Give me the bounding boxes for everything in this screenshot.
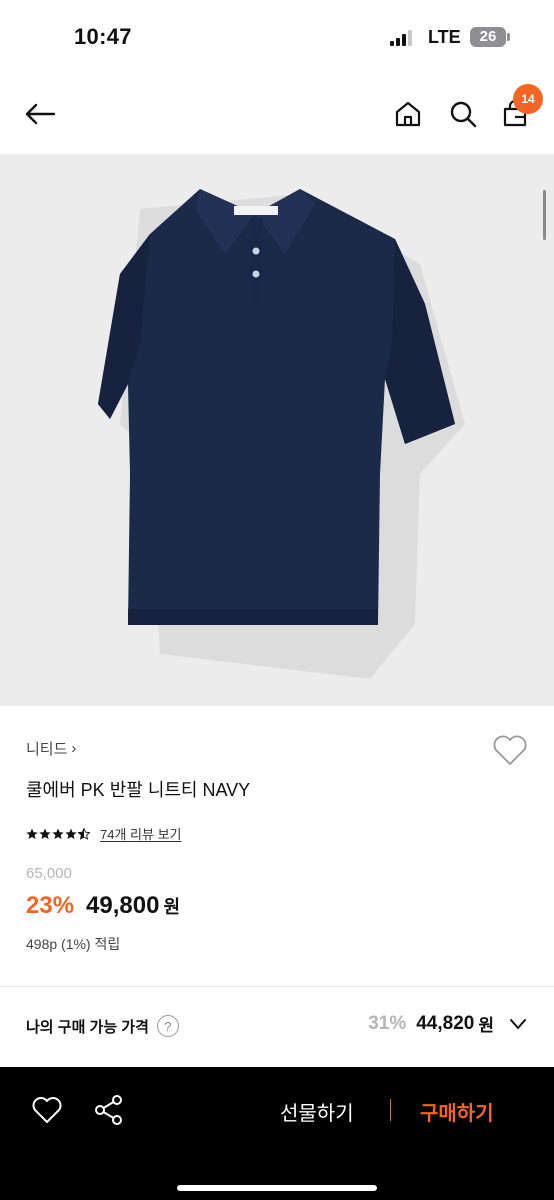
my-price-label-group: 나의 구매 가능 가격 ? — [26, 1015, 179, 1037]
back-button[interactable] — [20, 94, 60, 134]
home-icon — [395, 101, 421, 127]
bottom-wishlist-button[interactable] — [30, 1093, 64, 1127]
heart-icon — [493, 735, 527, 765]
my-price-amount: 44,820 — [416, 1012, 475, 1034]
reward-points: 498p (1%) 적립 — [26, 936, 121, 952]
currency-unit: 원 — [163, 897, 181, 917]
polo-shirt-illustration — [98, 189, 465, 679]
brand-link[interactable]: 니티드 › — [26, 738, 76, 759]
button-divider — [390, 1099, 391, 1121]
my-price-currency: 원 — [478, 1016, 494, 1035]
cart-count-badge: 14 — [513, 84, 543, 114]
half-star-icon — [78, 827, 90, 840]
back-arrow-icon — [25, 103, 56, 125]
signal-icon — [390, 30, 416, 46]
bottom-action-bar: 선물하기 구매하기 — [0, 1067, 554, 1200]
my-price-value: 31% 44,820 원 — [368, 1011, 528, 1036]
chevron-right-icon: › — [71, 740, 77, 757]
search-button[interactable] — [443, 94, 483, 134]
share-button[interactable] — [92, 1093, 126, 1127]
network-label: LTE — [428, 27, 461, 47]
star-icon — [52, 828, 64, 839]
product-name: 쿨에버 PK 반팔 니트티 NAVY — [26, 780, 251, 800]
status-time: 10:47 — [74, 24, 132, 49]
star-rating — [26, 827, 90, 840]
battery-icon: 26 — [470, 27, 506, 47]
buy-button[interactable]: 구매하기 — [420, 1097, 494, 1126]
my-price-row[interactable]: 나의 구매 가능 가격 ? 31% 44,820 원 — [0, 987, 554, 1067]
discount-rate: 23% — [26, 892, 75, 919]
sale-price: 49,800 — [86, 892, 160, 919]
help-icon[interactable]: ? — [156, 1015, 179, 1037]
home-indicator — [177, 1185, 377, 1191]
heart-icon — [32, 1097, 62, 1123]
wishlist-button[interactable] — [490, 730, 530, 770]
chevron-down-icon[interactable] — [508, 1014, 528, 1034]
image-scroll-indicator — [543, 190, 546, 240]
original-price: 65,000 — [26, 865, 72, 882]
price-row: 23% 49,800 원 — [26, 892, 180, 920]
star-icon — [65, 828, 77, 839]
status-bar: 10:47 LTE 26 — [0, 0, 554, 72]
battery-tip — [507, 33, 510, 41]
brand-name: 니티드 — [26, 741, 68, 758]
gift-button[interactable]: 선물하기 — [280, 1097, 354, 1126]
home-button[interactable] — [388, 94, 428, 134]
share-icon — [95, 1095, 122, 1125]
top-nav-bar — [0, 72, 554, 154]
my-price-label: 나의 구매 가능 가격 — [26, 1018, 149, 1036]
review-link[interactable]: 74개 리뷰 보기 — [100, 824, 181, 843]
star-icon — [26, 828, 38, 839]
my-discount-rate: 31% — [368, 1012, 407, 1034]
star-icon — [39, 828, 51, 839]
rating-row: 74개 리뷰 보기 — [26, 824, 181, 843]
search-icon — [450, 101, 477, 128]
product-image[interactable] — [0, 154, 554, 706]
